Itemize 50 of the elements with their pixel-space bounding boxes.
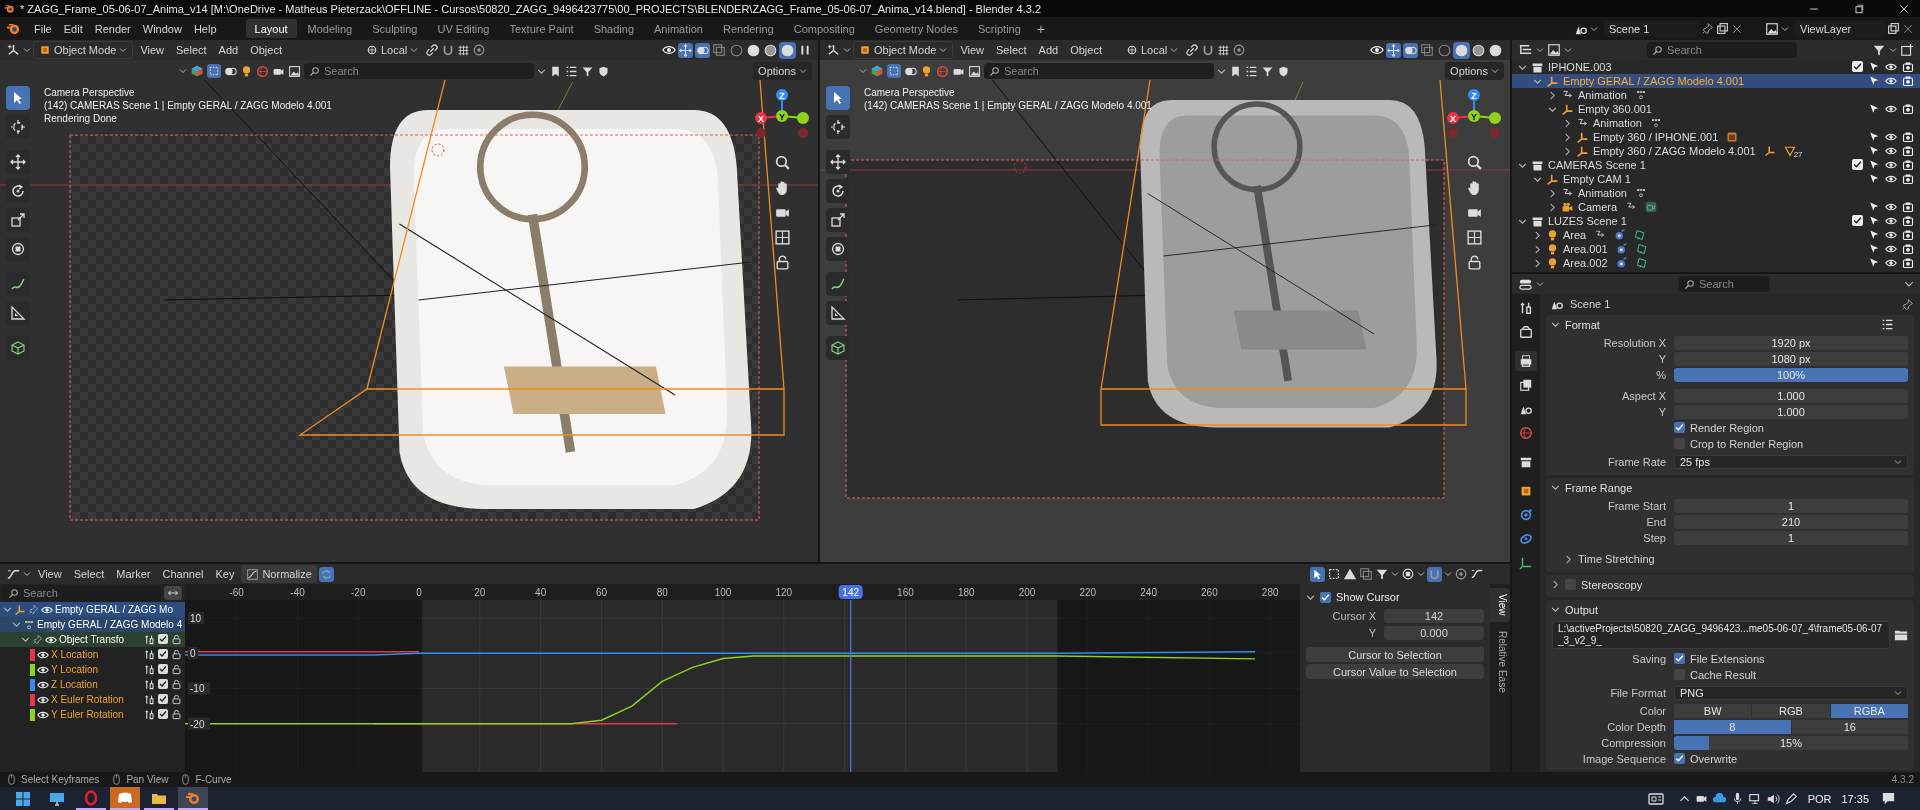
frame-number: 120 xyxy=(775,587,793,598)
child-count: 27 xyxy=(1793,149,1803,159)
field-label: Saving xyxy=(1631,652,1666,665)
status-hint: Select Keyframes xyxy=(21,774,100,785)
field-label: Y xyxy=(1367,626,1376,639)
y-tick-label: -10 xyxy=(190,683,205,695)
field-label: Frame Rate xyxy=(1606,455,1666,468)
frame-number: 20 xyxy=(474,587,486,598)
frame-number: 220 xyxy=(1079,587,1097,598)
frame-number: 40 xyxy=(535,587,547,598)
viewport-info-text: Rendering Done xyxy=(44,112,118,125)
y-tick-label: -20 xyxy=(190,718,205,730)
viewport-info-text: Camera Perspective xyxy=(864,86,956,99)
ref-line-label: 142 xyxy=(842,587,860,598)
frame-number: -40 xyxy=(290,587,305,598)
field-label: Resolution X xyxy=(1602,336,1666,349)
field-label: Cursor X xyxy=(1331,609,1376,622)
field-label: File Format xyxy=(1609,686,1666,699)
frame-number: 200 xyxy=(1018,587,1036,598)
field-label: Y xyxy=(1657,405,1666,418)
frame-number: 260 xyxy=(1201,587,1218,598)
frame-number: 240 xyxy=(1140,587,1157,598)
field-label: Y xyxy=(1657,352,1666,365)
frame-number: 160 xyxy=(897,587,914,598)
frame-number: 0 xyxy=(416,587,422,598)
field-label: Image Sequence xyxy=(1581,752,1666,765)
frame-number: 80 xyxy=(656,587,668,598)
field-label: Compression xyxy=(1600,736,1666,749)
window-title: * ZAGG_Frame_05-06-07_Anima_v14 [M:\OneDrive - Matheus Pieterzack\OFFLINE - Cursos\50820_ZAGG_9496423775\00_PROJECTS\BLENDER\ZAGG_Frame_05-06-07_Anima_v14.blend] - Blender 4.3.2 xyxy=(20,2,1042,15)
value-label: -10 xyxy=(188,682,210,695)
frame-number: 280 xyxy=(1261,587,1279,598)
field-label: End xyxy=(1645,515,1666,528)
context-label: Scene 1 xyxy=(1570,298,1611,310)
frame-number: -20 xyxy=(351,587,366,598)
field-label: Frame Start xyxy=(1606,499,1666,512)
status-hint: Pan View xyxy=(126,774,169,785)
field-label: Step xyxy=(1642,531,1666,544)
field-label: Aspect X xyxy=(1620,389,1666,402)
version-label: 4.3.2 xyxy=(1891,774,1914,785)
viewport-info-text: (142) CAMERAS Scene 1 | Empty GERAL / ZAGG Modelo 4.001 xyxy=(44,99,332,112)
field-label: Color xyxy=(1638,704,1666,717)
frame-number: 100 xyxy=(714,587,732,598)
field-label: Color Depth xyxy=(1606,720,1666,733)
status-hint: F-Curve xyxy=(195,774,232,785)
frame-number: -60 xyxy=(229,587,244,598)
frame-number: 180 xyxy=(957,587,975,598)
value-label: 0 xyxy=(188,647,198,660)
field-label: % xyxy=(1655,368,1666,381)
frame-number: 60 xyxy=(595,587,607,598)
viewport-info-text: Camera Perspective xyxy=(44,86,136,99)
